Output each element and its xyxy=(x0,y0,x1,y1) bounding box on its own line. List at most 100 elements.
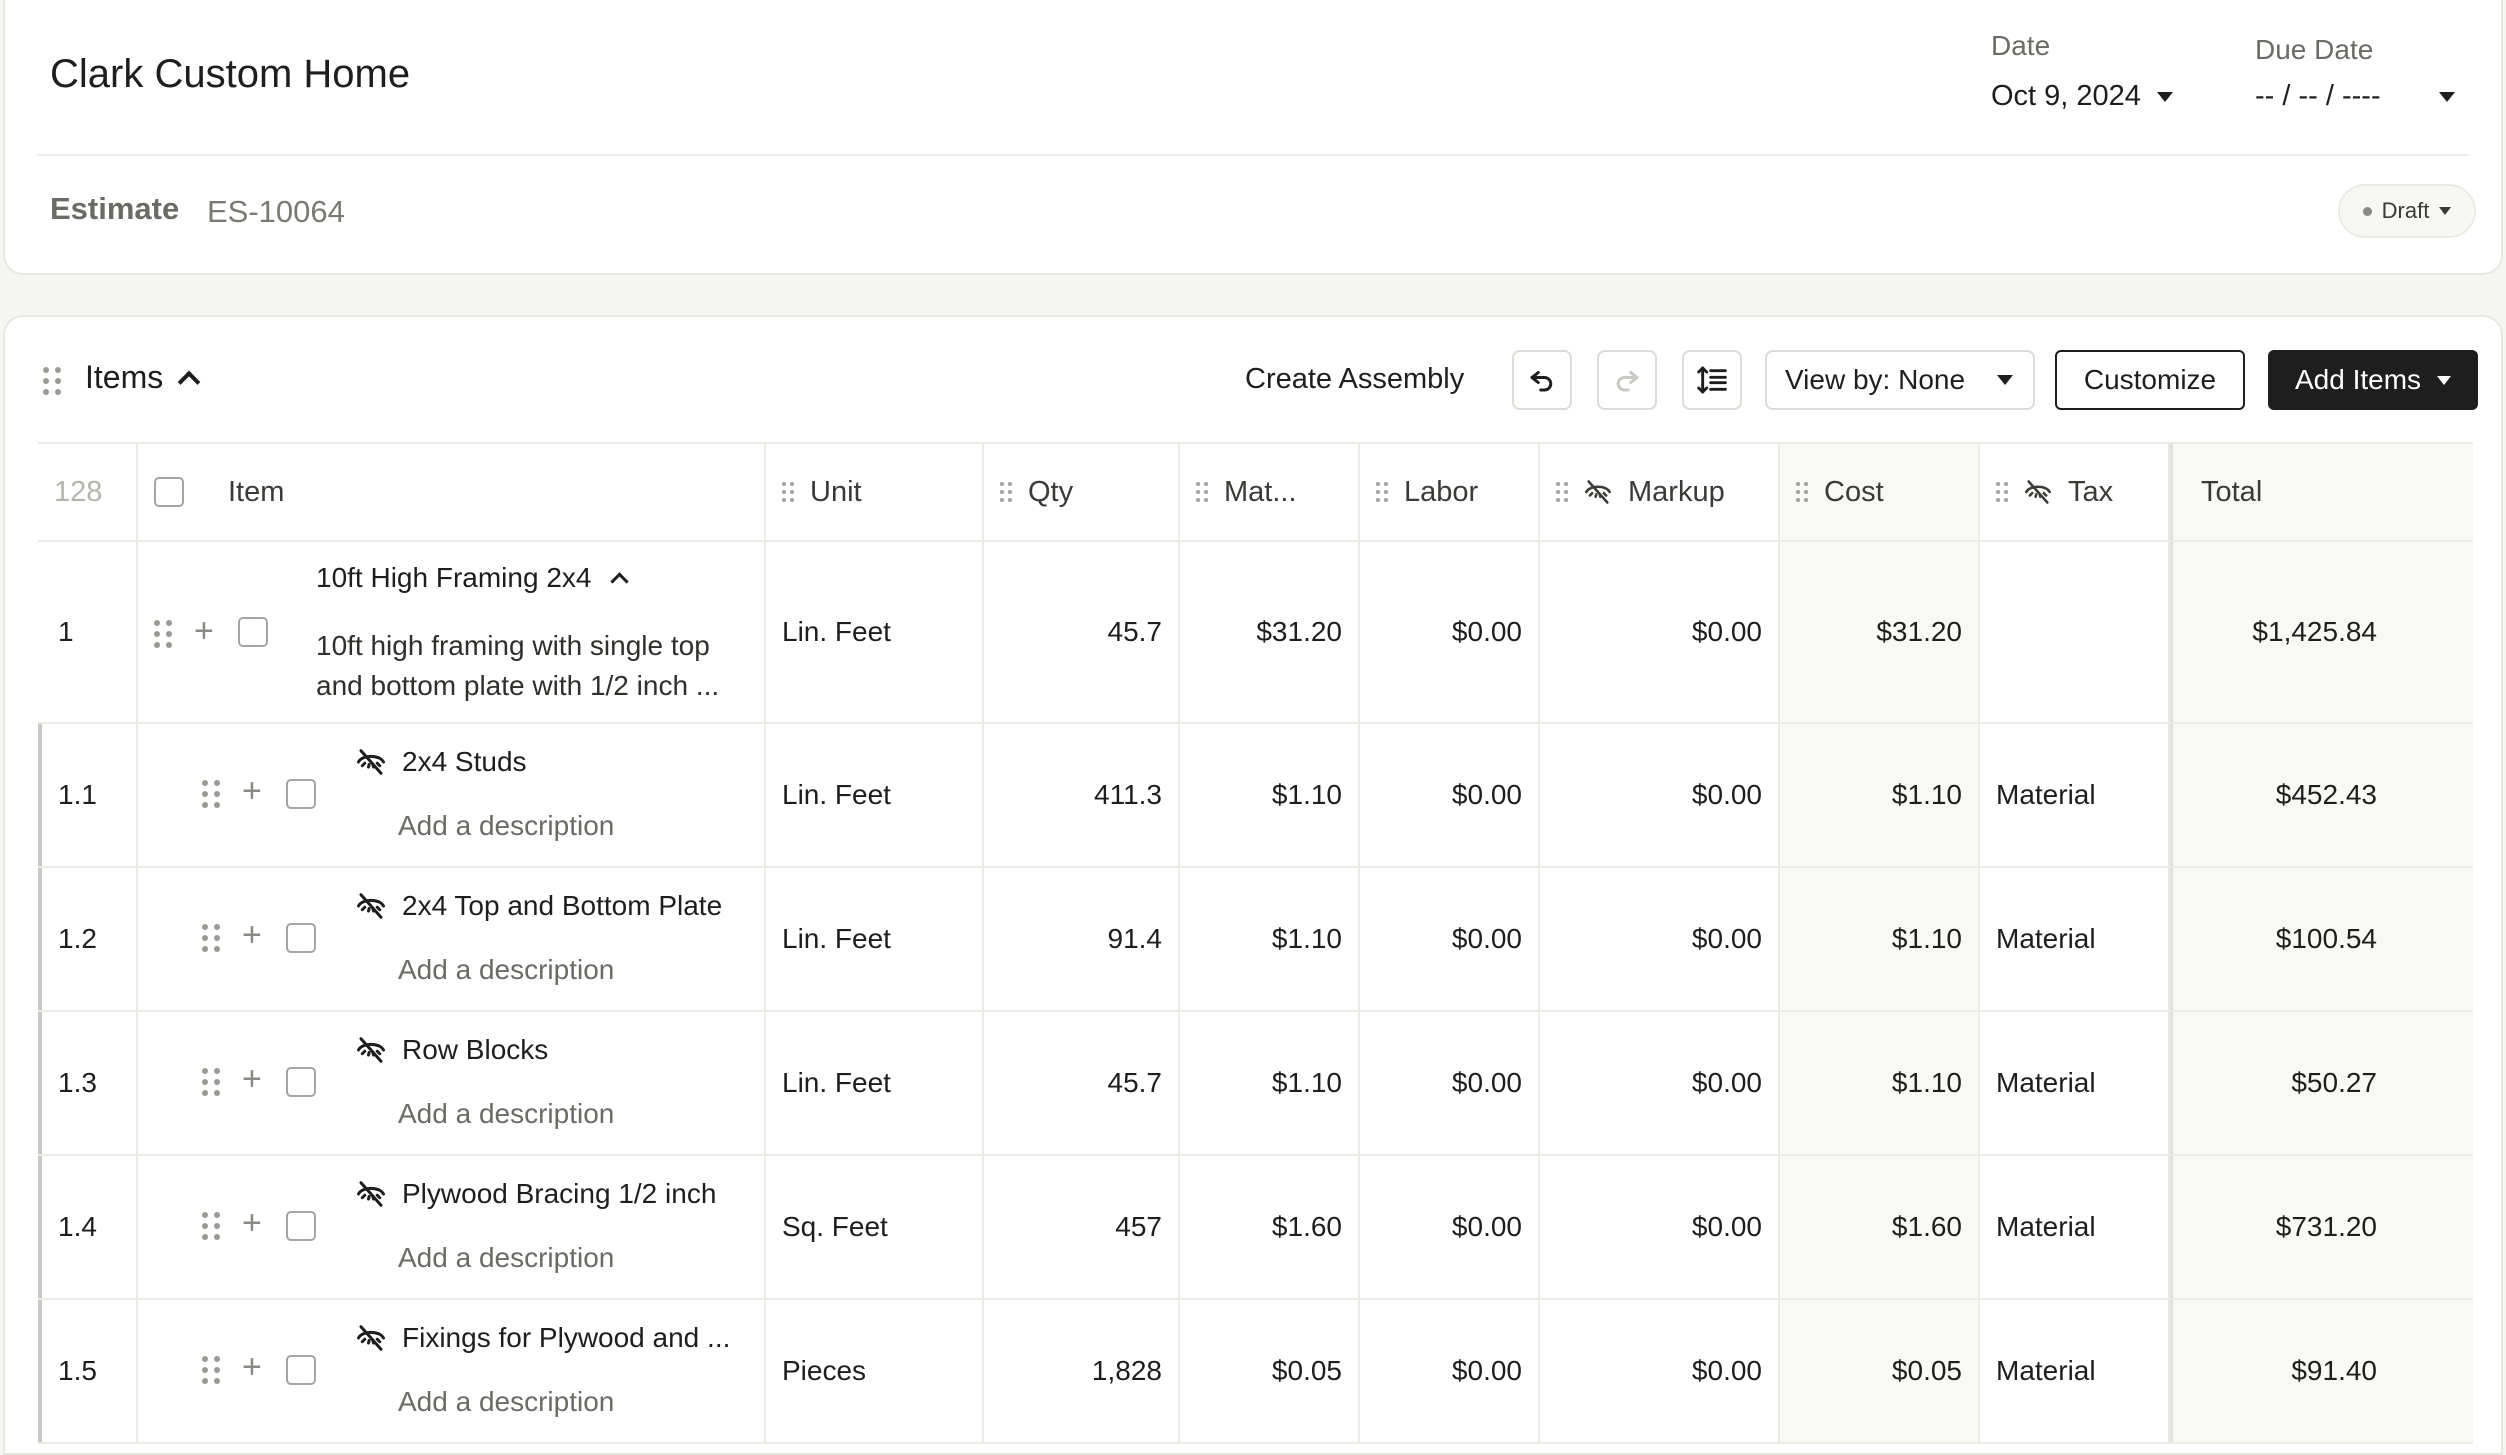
qty-cell[interactable]: 45.7 xyxy=(984,1012,1180,1154)
row-checkbox[interactable] xyxy=(286,1355,316,1385)
labor-cell[interactable]: $0.00 xyxy=(1360,868,1540,1010)
material-cell[interactable]: $1.10 xyxy=(1180,1012,1360,1154)
item-cell[interactable]: + 2x4 Top and Bottom Plate Add a descrip… xyxy=(138,868,766,1010)
tax-cell[interactable] xyxy=(1980,542,2170,722)
column-total[interactable]: Total xyxy=(2170,444,2473,540)
eye-off-icon[interactable] xyxy=(356,1323,386,1353)
item-description[interactable]: Add a description xyxy=(398,1382,614,1422)
table-row[interactable]: 1 + 10ft High Framing 2x4 10ft high fram… xyxy=(38,542,2473,724)
customize-button[interactable]: Customize xyxy=(2055,350,2245,410)
drag-handle-icon[interactable] xyxy=(154,620,172,648)
tax-cell[interactable]: Material xyxy=(1980,1012,2170,1154)
date-picker[interactable]: Oct 9, 2024 xyxy=(1991,80,2173,113)
item-description[interactable]: Add a description xyxy=(398,1094,614,1134)
table-row[interactable]: 1.5 + Fixings for Plywood and ... Add a … xyxy=(38,1300,2473,1444)
labor-cell[interactable]: $0.00 xyxy=(1360,724,1540,866)
add-items-button[interactable]: Add Items xyxy=(2268,350,2478,410)
items-section-toggle[interactable]: Items xyxy=(85,359,201,396)
item-description[interactable]: Add a description xyxy=(398,1238,614,1278)
add-subitem-icon[interactable]: + xyxy=(242,918,262,952)
unit-cell[interactable]: Lin. Feet xyxy=(766,724,984,866)
tax-cell[interactable]: Material xyxy=(1980,1156,2170,1298)
add-subitem-icon[interactable]: + xyxy=(242,774,262,808)
material-cell[interactable]: $1.10 xyxy=(1180,724,1360,866)
add-subitem-icon[interactable]: + xyxy=(242,1350,262,1384)
column-unit[interactable]: Unit xyxy=(766,444,984,540)
item-cell[interactable]: + 2x4 Studs Add a description xyxy=(138,724,766,866)
item-cell[interactable]: + Fixings for Plywood and ... Add a desc… xyxy=(138,1300,766,1442)
row-height-button[interactable] xyxy=(1682,350,1742,410)
markup-cell[interactable]: $0.00 xyxy=(1540,1300,1780,1442)
markup-cell[interactable]: $0.00 xyxy=(1540,1012,1780,1154)
tax-cell[interactable]: Material xyxy=(1980,1300,2170,1442)
redo-button[interactable] xyxy=(1597,350,1657,410)
labor-cell[interactable]: $0.00 xyxy=(1360,1156,1540,1298)
item-description[interactable]: 10ft high framing with single top and bo… xyxy=(316,626,719,706)
undo-button[interactable] xyxy=(1512,350,1572,410)
row-checkbox[interactable] xyxy=(286,1211,316,1241)
drag-handle-icon[interactable] xyxy=(202,1068,220,1096)
qty-cell[interactable]: 1,828 xyxy=(984,1300,1180,1442)
create-assembly-button[interactable]: Create Assembly xyxy=(1245,363,1464,396)
material-cell[interactable]: $1.60 xyxy=(1180,1156,1360,1298)
labor-cell[interactable]: $0.00 xyxy=(1360,542,1540,722)
qty-cell[interactable]: 91.4 xyxy=(984,868,1180,1010)
labor-cell[interactable]: $0.00 xyxy=(1360,1300,1540,1442)
unit-cell[interactable]: Lin. Feet xyxy=(766,542,984,722)
markup-cell[interactable]: $0.00 xyxy=(1540,542,1780,722)
column-material[interactable]: Mat... xyxy=(1180,444,1360,540)
row-checkbox[interactable] xyxy=(286,923,316,953)
markup-cell[interactable]: $0.00 xyxy=(1540,724,1780,866)
column-markup[interactable]: Markup xyxy=(1540,444,1780,540)
material-cell[interactable]: $1.10 xyxy=(1180,868,1360,1010)
item-name[interactable]: Fixings for Plywood and ... xyxy=(402,1322,730,1354)
tax-cell[interactable]: Material xyxy=(1980,724,2170,866)
status-dropdown[interactable]: Draft xyxy=(2338,184,2476,238)
table-row[interactable]: 1.3 + Row Blocks Add a description Lin. … xyxy=(38,1012,2473,1156)
row-checkbox[interactable] xyxy=(238,617,268,647)
drag-handle-icon[interactable] xyxy=(43,367,61,395)
drag-handle-icon[interactable] xyxy=(202,924,220,952)
item-description[interactable]: Add a description xyxy=(398,806,614,846)
item-name[interactable]: Row Blocks xyxy=(402,1034,548,1066)
qty-cell[interactable]: 411.3 xyxy=(984,724,1180,866)
material-cell[interactable]: $0.05 xyxy=(1180,1300,1360,1442)
item-cell[interactable]: + 10ft High Framing 2x4 10ft high framin… xyxy=(138,542,766,722)
row-checkbox[interactable] xyxy=(286,779,316,809)
item-name[interactable]: 2x4 Studs xyxy=(402,746,527,778)
item-name[interactable]: 2x4 Top and Bottom Plate xyxy=(402,890,722,922)
drag-handle-icon[interactable] xyxy=(202,1212,220,1240)
item-name[interactable]: 10ft High Framing 2x4 xyxy=(316,562,591,594)
item-name[interactable]: Plywood Bracing 1/2 inch xyxy=(402,1178,716,1210)
markup-cell[interactable]: $0.00 xyxy=(1540,1156,1780,1298)
markup-cell[interactable]: $0.00 xyxy=(1540,868,1780,1010)
drag-handle-icon[interactable] xyxy=(202,780,220,808)
drag-handle-icon[interactable] xyxy=(202,1356,220,1384)
item-description[interactable]: Add a description xyxy=(398,950,614,990)
item-cell[interactable]: + Row Blocks Add a description xyxy=(138,1012,766,1154)
eye-off-icon[interactable] xyxy=(356,891,386,921)
due-date-picker[interactable]: -- / -- / ---- xyxy=(2255,80,2455,113)
column-tax[interactable]: Tax xyxy=(1980,444,2170,540)
eye-off-icon[interactable] xyxy=(356,747,386,777)
item-cell[interactable]: + Plywood Bracing 1/2 inch Add a descrip… xyxy=(138,1156,766,1298)
material-cell[interactable]: $31.20 xyxy=(1180,542,1360,722)
view-by-select[interactable]: View by: None xyxy=(1765,350,2035,410)
unit-cell[interactable]: Pieces xyxy=(766,1300,984,1442)
eye-off-icon[interactable] xyxy=(356,1035,386,1065)
row-checkbox[interactable] xyxy=(286,1067,316,1097)
labor-cell[interactable]: $0.00 xyxy=(1360,1012,1540,1154)
column-labor[interactable]: Labor xyxy=(1360,444,1540,540)
table-row[interactable]: 1.4 + Plywood Bracing 1/2 inch Add a des… xyxy=(38,1156,2473,1300)
tax-cell[interactable]: Material xyxy=(1980,868,2170,1010)
column-cost[interactable]: Cost xyxy=(1780,444,1980,540)
qty-cell[interactable]: 45.7 xyxy=(984,542,1180,722)
add-subitem-icon[interactable]: + xyxy=(194,614,214,648)
unit-cell[interactable]: Sq. Feet xyxy=(766,1156,984,1298)
eye-off-icon[interactable] xyxy=(356,1179,386,1209)
chevron-up-icon[interactable] xyxy=(610,571,630,591)
unit-cell[interactable]: Lin. Feet xyxy=(766,868,984,1010)
unit-cell[interactable]: Lin. Feet xyxy=(766,1012,984,1154)
table-row[interactable]: 1.1 + 2x4 Studs Add a description Lin. F… xyxy=(38,724,2473,868)
qty-cell[interactable]: 457 xyxy=(984,1156,1180,1298)
